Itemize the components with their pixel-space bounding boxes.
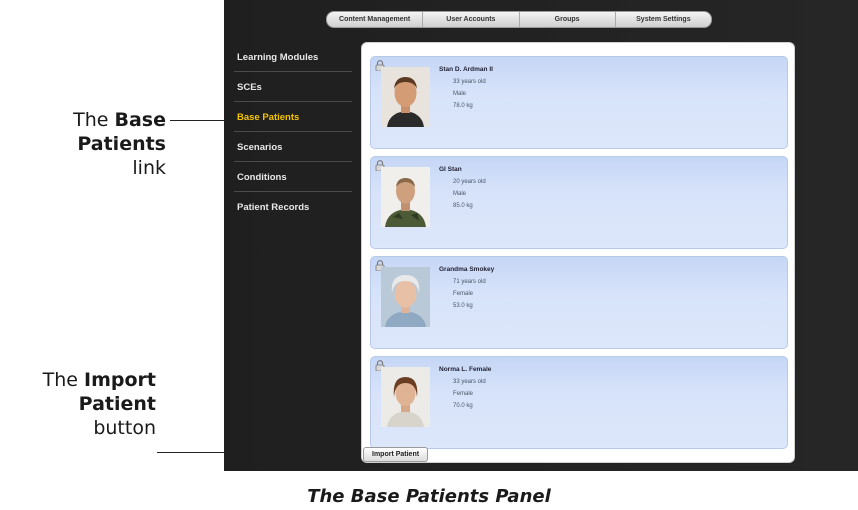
patient-name: Grandma Smokey: [439, 266, 495, 273]
callout-base-patients: The Base Patients link: [40, 108, 166, 180]
sidebar-item-patient-records[interactable]: Patient Records: [234, 192, 352, 222]
sidebar-item-scenarios[interactable]: Scenarios: [234, 132, 352, 162]
patient-weight: 85.0 kg: [453, 203, 473, 209]
callout-text: The: [42, 369, 85, 391]
callout-text: The: [73, 109, 115, 131]
callout-text: button: [93, 417, 156, 439]
tab-content-management[interactable]: Content Management: [327, 12, 424, 27]
callout-text: link: [132, 157, 166, 179]
patients-panel: Stan D. Ardman II 33 years old Male 78.0…: [361, 42, 795, 463]
patient-sex: Male: [453, 91, 467, 97]
tab-groups[interactable]: Groups: [520, 12, 616, 27]
import-patient-button[interactable]: Import Patient: [363, 447, 429, 462]
patient-card[interactable]: Stan D. Ardman II 33 years old Male 78.0…: [370, 56, 788, 149]
callout-bold: Patient: [78, 393, 156, 415]
sidebar-item-learning-modules[interactable]: Learning Modules: [234, 42, 352, 72]
top-nav: Content Management User Accounts Groups …: [326, 11, 712, 28]
patient-sex: Female: [453, 291, 474, 297]
tab-system-settings[interactable]: System Settings: [616, 12, 711, 27]
callout-import-patient: The Import Patient button: [0, 368, 156, 440]
patient-card[interactable]: GI Stan 20 years old Male 85.0 kg: [370, 156, 788, 249]
patient-card[interactable]: Norma L. Female 33 years old Female 70.0…: [370, 356, 788, 449]
sidebar-item-conditions[interactable]: Conditions: [234, 162, 352, 192]
patient-name: Norma L. Female: [439, 366, 492, 373]
patient-weight: 70.0 kg: [453, 403, 473, 409]
soldier-photo: [381, 167, 430, 227]
patient-age: 71 years old: [453, 279, 486, 285]
patient-sex: Male: [453, 191, 467, 197]
callout-bold: Patients: [77, 133, 166, 155]
patient-age: 33 years old: [453, 79, 486, 85]
callout-bold: Import: [84, 369, 156, 391]
patient-age: 33 years old: [453, 379, 486, 385]
young-man-photo: [381, 67, 430, 127]
figure-caption: The Base Patients Panel: [307, 486, 551, 507]
patient-weight: 53.0 kg: [453, 303, 473, 309]
elderly-woman-photo: [381, 267, 430, 327]
patient-sex: Female: [453, 391, 474, 397]
patient-age: 20 years old: [453, 179, 486, 185]
woman-photo: [381, 367, 430, 427]
callout-bold: Base: [114, 109, 167, 131]
app-window: Content Management User Accounts Groups …: [224, 0, 858, 471]
tab-user-accounts[interactable]: User Accounts: [423, 12, 520, 27]
patient-name: Stan D. Ardman II: [439, 66, 493, 73]
sidebar-item-sces[interactable]: SCEs: [234, 72, 352, 102]
sidebar: Learning Modules SCEs Base Patients Scen…: [234, 42, 352, 222]
sidebar-item-base-patients[interactable]: Base Patients: [234, 102, 352, 132]
patient-card[interactable]: Grandma Smokey 71 years old Female 53.0 …: [370, 256, 788, 349]
patient-name: GI Stan: [439, 166, 462, 173]
patient-weight: 78.0 kg: [453, 103, 473, 109]
